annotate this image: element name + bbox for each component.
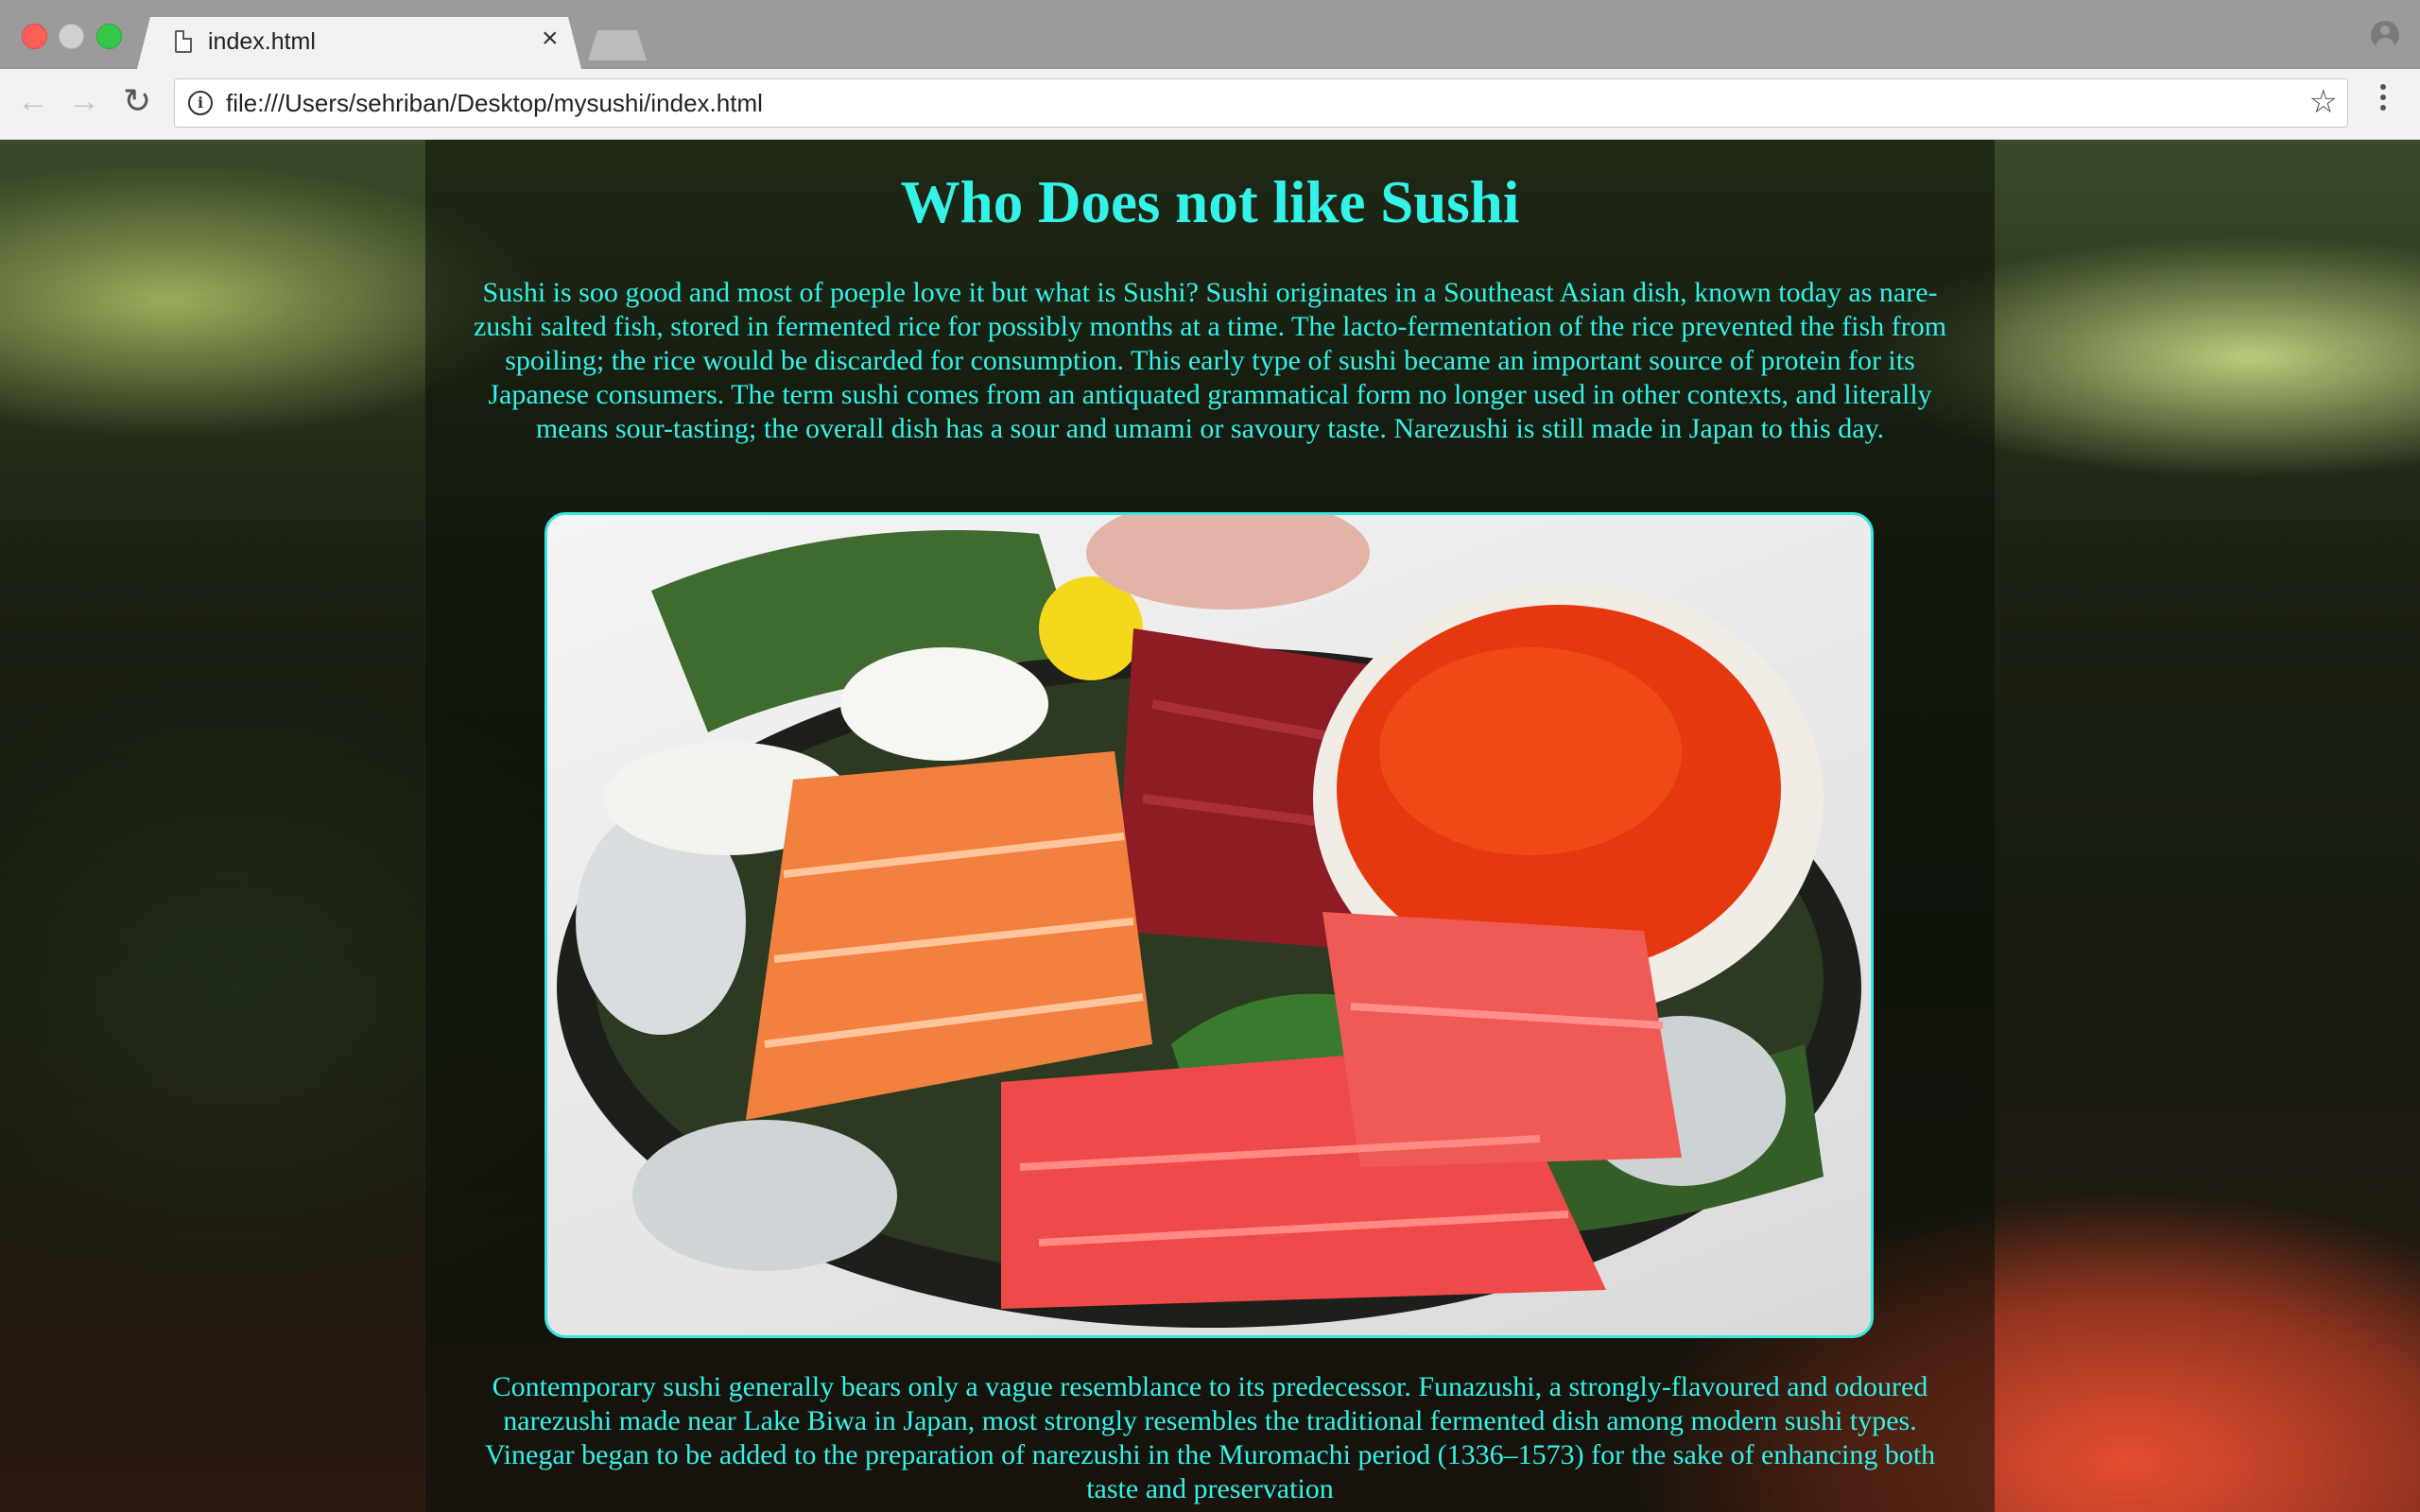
new-tab-button[interactable]	[588, 30, 647, 60]
page-title: Who Does not like Sushi	[900, 169, 1520, 235]
url-text[interactable]: file:///Users/sehriban/Desktop/mysushi/i…	[226, 89, 763, 118]
sashimi-illustration	[557, 515, 1861, 1328]
profile-icon[interactable]	[2371, 21, 2399, 49]
file-icon	[175, 30, 192, 53]
forward-arrow-icon[interactable]: →	[68, 82, 100, 120]
address-bar[interactable]: i file:///Users/sehriban/Desktop/mysushi…	[174, 78, 2348, 128]
minimize-window-button[interactable]	[59, 24, 84, 49]
reload-icon[interactable]: ↻	[123, 82, 151, 120]
browser-menu-icon[interactable]	[2378, 84, 2388, 115]
page-viewport: Who Does not like Sushi Sushi is soo goo…	[0, 140, 2420, 1512]
tab-close-icon[interactable]: ×	[542, 25, 559, 53]
history-paragraph: Contemporary sushi generally bears only …	[484, 1371, 1936, 1504]
sashimi-photo	[544, 512, 1874, 1338]
browser-toolbar: ← → ↻ i file:///Users/sehriban/Desktop/m…	[0, 69, 2420, 140]
browser-titlebar: index.html ×	[0, 0, 2420, 69]
close-window-button[interactable]	[22, 24, 47, 49]
tab-title: index.html	[208, 28, 316, 55]
browser-tab[interactable]: index.html ×	[137, 17, 581, 69]
content-panel: Who Does not like Sushi Sushi is soo goo…	[425, 140, 1995, 1512]
maximize-window-button[interactable]	[96, 24, 122, 49]
info-icon[interactable]: i	[188, 91, 213, 115]
intro-paragraph: Sushi is soo good and most of poeple lov…	[473, 277, 1947, 444]
bookmark-star-icon[interactable]: ☆	[2309, 83, 2338, 121]
back-arrow-icon[interactable]: ←	[17, 82, 49, 120]
